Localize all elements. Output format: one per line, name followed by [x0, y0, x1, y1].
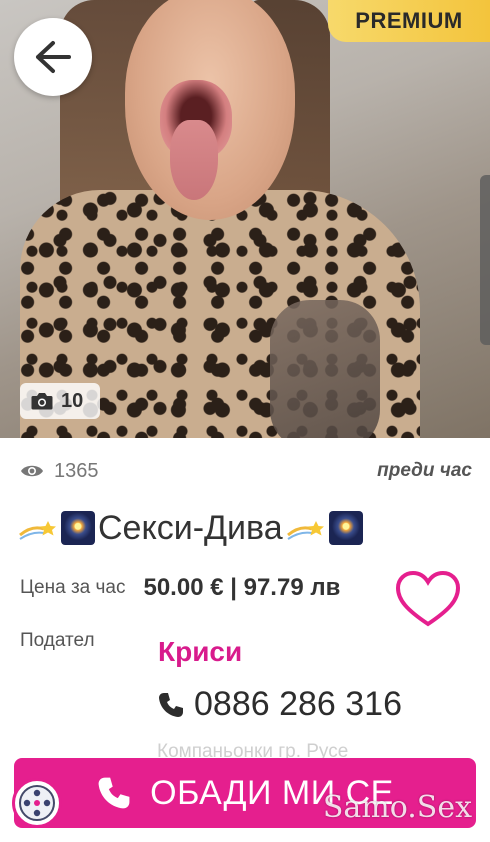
phone-number-link[interactable]: 0886 286 316: [157, 685, 402, 724]
watermark: Samo.Sex: [322, 790, 472, 825]
photo-count-badge[interactable]: 10: [20, 383, 100, 419]
heart-outline-icon[interactable]: [395, 570, 461, 628]
views-count: 1365: [54, 459, 99, 482]
eye-icon: [21, 465, 43, 477]
premium-badge: PREMIUM: [328, 0, 490, 42]
title-text: Секси-Дива: [98, 508, 283, 547]
fireworks-icon: [328, 511, 363, 545]
phone-icon: [159, 692, 183, 717]
listing-title: Секси-Дива: [18, 506, 363, 550]
seller-name-link[interactable]: Криси: [158, 636, 242, 668]
photo-count: 10: [61, 389, 84, 412]
shooting-star-icon: [18, 513, 58, 543]
listing-meta: 1365 преди час: [20, 458, 472, 484]
phone-icon: [98, 777, 130, 809]
seller-row: Подател Криси: [20, 630, 460, 667]
price-label: Цена за час: [20, 577, 126, 598]
seller-label: Подател: [20, 630, 95, 651]
price-row: Цена за час 50.00 € | 97.79 лв: [20, 574, 400, 602]
camera-icon: [31, 393, 53, 410]
price-value: 50.00 € | 97.79 лв: [143, 574, 341, 601]
compass-button[interactable]: [12, 778, 62, 828]
back-button[interactable]: [14, 18, 92, 96]
fireworks-icon: [61, 511, 95, 545]
phone-number: 0886 286 316: [194, 685, 402, 723]
views-counter: 1365: [20, 460, 99, 483]
arrow-left-icon: [36, 41, 71, 73]
gallery-scroll-handle[interactable]: [480, 175, 490, 345]
compass-icon: [19, 785, 55, 821]
posted-time: преди час: [377, 460, 472, 481]
shooting-star-icon: [286, 513, 326, 543]
